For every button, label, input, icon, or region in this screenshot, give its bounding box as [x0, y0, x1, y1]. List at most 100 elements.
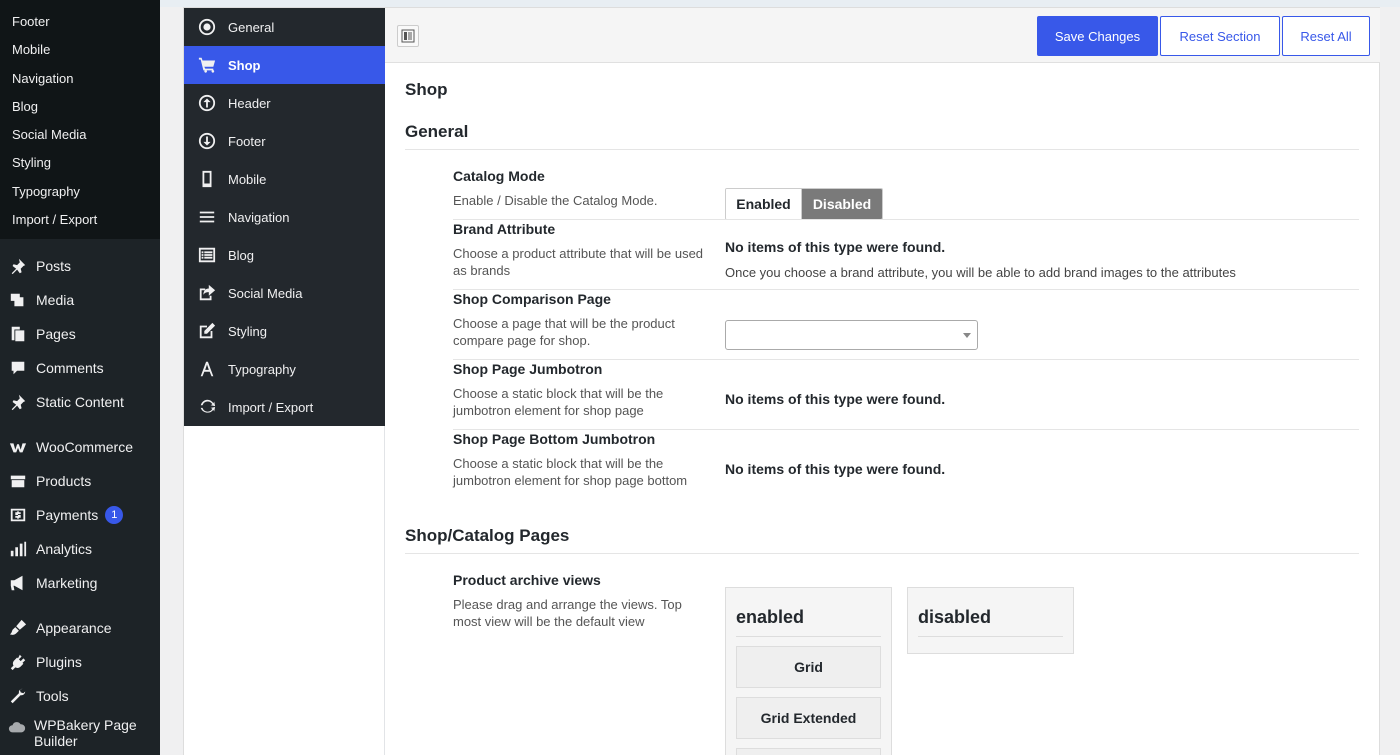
brand-attribute-note: Once you choose a brand attribute, you w… [725, 265, 1236, 280]
menu-item-static-content[interactable]: Static Content [0, 385, 160, 419]
wrench-icon [8, 686, 28, 706]
options-nav-social-media[interactable]: Social Media [184, 274, 385, 312]
section-divider [405, 553, 1359, 554]
field-desc-brand-attribute: Choose a product attribute that will be … [453, 246, 704, 278]
menu-label: Marketing [36, 575, 98, 591]
options-header-bar: Save Changes Reset Section Reset All [385, 8, 1380, 63]
submenu-item-styling[interactable]: Styling [0, 149, 160, 177]
pages-icon [8, 324, 28, 344]
menu-item-appearance[interactable]: Appearance [0, 611, 160, 645]
field-desc-jumbotron: Choose a static block that will be the j… [453, 386, 664, 418]
submenu-item-typography[interactable]: Typography [0, 178, 160, 206]
submenu-item-social-media[interactable]: Social Media [0, 121, 160, 149]
payments-count-badge: 1 [105, 506, 124, 524]
list-icon [198, 246, 216, 264]
brand-attribute-empty-text: No items of this type were found. [725, 239, 946, 255]
submenu-item-blog[interactable]: Blog [0, 93, 160, 121]
arrow-up-circle-icon [198, 94, 216, 112]
options-nav-blog[interactable]: Blog [184, 236, 385, 274]
options-nav-typography[interactable]: Typography [184, 350, 385, 388]
submenu-item-mobile[interactable]: Mobile [0, 36, 160, 64]
options-nav-import-export[interactable]: Import / Export [184, 388, 385, 426]
cloud-icon [8, 717, 26, 737]
menu-item-woocommerce[interactable]: WooCommerce [0, 430, 160, 464]
menu-label: Pages [36, 326, 76, 342]
page-title: Shop [405, 80, 448, 99]
options-nav-mobile[interactable]: Mobile [184, 160, 385, 198]
comparison-page-select[interactable] [725, 320, 978, 350]
menu-item-products[interactable]: Products [0, 464, 160, 498]
sorter-heading-enabled: enabled [736, 607, 881, 637]
menu-label: Static Content [36, 394, 124, 410]
reset-all-button[interactable]: Reset All [1282, 16, 1370, 56]
theme-options-submenu: Footer Mobile Navigation Blog Social Med… [0, 0, 160, 239]
menu-item-marketing[interactable]: Marketing [0, 566, 160, 600]
edit-icon [198, 322, 216, 340]
menu-label: WooCommerce [36, 439, 133, 455]
menu-item-plugins[interactable]: Plugins [0, 645, 160, 679]
submenu-item-footer[interactable]: Footer [0, 8, 160, 36]
options-nav-label: Mobile [228, 171, 267, 187]
section-divider [405, 149, 1359, 150]
options-nav-label: General [228, 19, 275, 35]
field-title-jumbotron: Shop Page Jumbotron [453, 361, 603, 377]
chart-bar-icon [8, 539, 28, 559]
options-nav-label: Import / Export [228, 399, 314, 415]
save-changes-button[interactable]: Save Changes [1037, 16, 1158, 56]
field-title-brand-attribute: Brand Attribute [453, 221, 556, 237]
submenu-item-import-export[interactable]: Import / Export [0, 206, 160, 234]
catalog-mode-disabled-button[interactable]: Disabled [802, 189, 882, 219]
menu-icon [198, 208, 216, 226]
options-nav-navigation[interactable]: Navigation [184, 198, 385, 236]
field-desc-archive-views: Please drag and arrange the views. Top m… [453, 597, 682, 629]
options-nav-label: Social Media [228, 285, 303, 301]
pin-icon [8, 392, 28, 412]
menu-label: Plugins [36, 654, 82, 670]
menu-label: Media [36, 292, 75, 308]
wp-admin-sidebar: Footer Mobile Navigation Blog Social Med… [0, 0, 160, 755]
options-nav-general[interactable]: General [184, 8, 385, 46]
row-divider [453, 429, 1359, 430]
record-icon [198, 18, 216, 36]
sorter-heading-disabled: disabled [918, 607, 1063, 637]
options-nav-footer[interactable]: Footer [184, 122, 385, 160]
field-desc-comparison-page: Choose a page that will be the product c… [453, 316, 675, 348]
top-strip [160, 0, 1400, 7]
disabled-views-sorter: disabled [907, 587, 1074, 654]
options-nav-filler [184, 426, 385, 755]
phone-icon [198, 170, 216, 188]
sortable-view-item[interactable]: Grid [736, 646, 881, 688]
dollar-icon [8, 505, 28, 525]
options-nav-label: Blog [228, 247, 255, 263]
enabled-views-sorter: enabled Grid Grid Extended [725, 587, 892, 755]
options-nav-header[interactable]: Header [184, 84, 385, 122]
submenu-item-navigation[interactable]: Navigation [0, 65, 160, 93]
menu-item-posts[interactable]: Posts [0, 249, 160, 283]
media-icon [8, 290, 28, 310]
menu-item-payments[interactable]: Payments 1 [0, 498, 160, 532]
plug-icon [8, 652, 28, 672]
jumbotron-empty-text: No items of this type were found. [725, 391, 946, 407]
menu-label: Payments [36, 507, 99, 523]
woocommerce-icon [8, 437, 28, 457]
options-nav-shop[interactable]: Shop [184, 46, 385, 84]
sortable-view-item[interactable]: Grid Extended [736, 697, 881, 739]
options-nav-label: Header [228, 95, 271, 111]
menu-label: Appearance [36, 620, 112, 636]
catalog-mode-enabled-button[interactable]: Enabled [726, 189, 802, 219]
options-nav-label: Navigation [228, 209, 290, 225]
menu-item-comments[interactable]: Comments [0, 351, 160, 385]
expand-options-button[interactable] [397, 25, 419, 47]
menu-label: Tools [36, 688, 69, 704]
reset-section-button[interactable]: Reset Section [1160, 16, 1280, 56]
section-title-catalog-pages: Shop/Catalog Pages [405, 526, 570, 545]
sortable-view-item[interactable] [736, 748, 881, 755]
menu-item-analytics[interactable]: Analytics [0, 532, 160, 566]
menu-item-wpbakery[interactable]: WPBakery Page Builder [0, 713, 160, 755]
options-nav-styling[interactable]: Styling [184, 312, 385, 350]
menu-item-media[interactable]: Media [0, 283, 160, 317]
megaphone-icon [8, 573, 28, 593]
menu-item-tools[interactable]: Tools [0, 679, 160, 713]
options-nav-label: Styling [228, 323, 268, 339]
menu-item-pages[interactable]: Pages [0, 317, 160, 351]
